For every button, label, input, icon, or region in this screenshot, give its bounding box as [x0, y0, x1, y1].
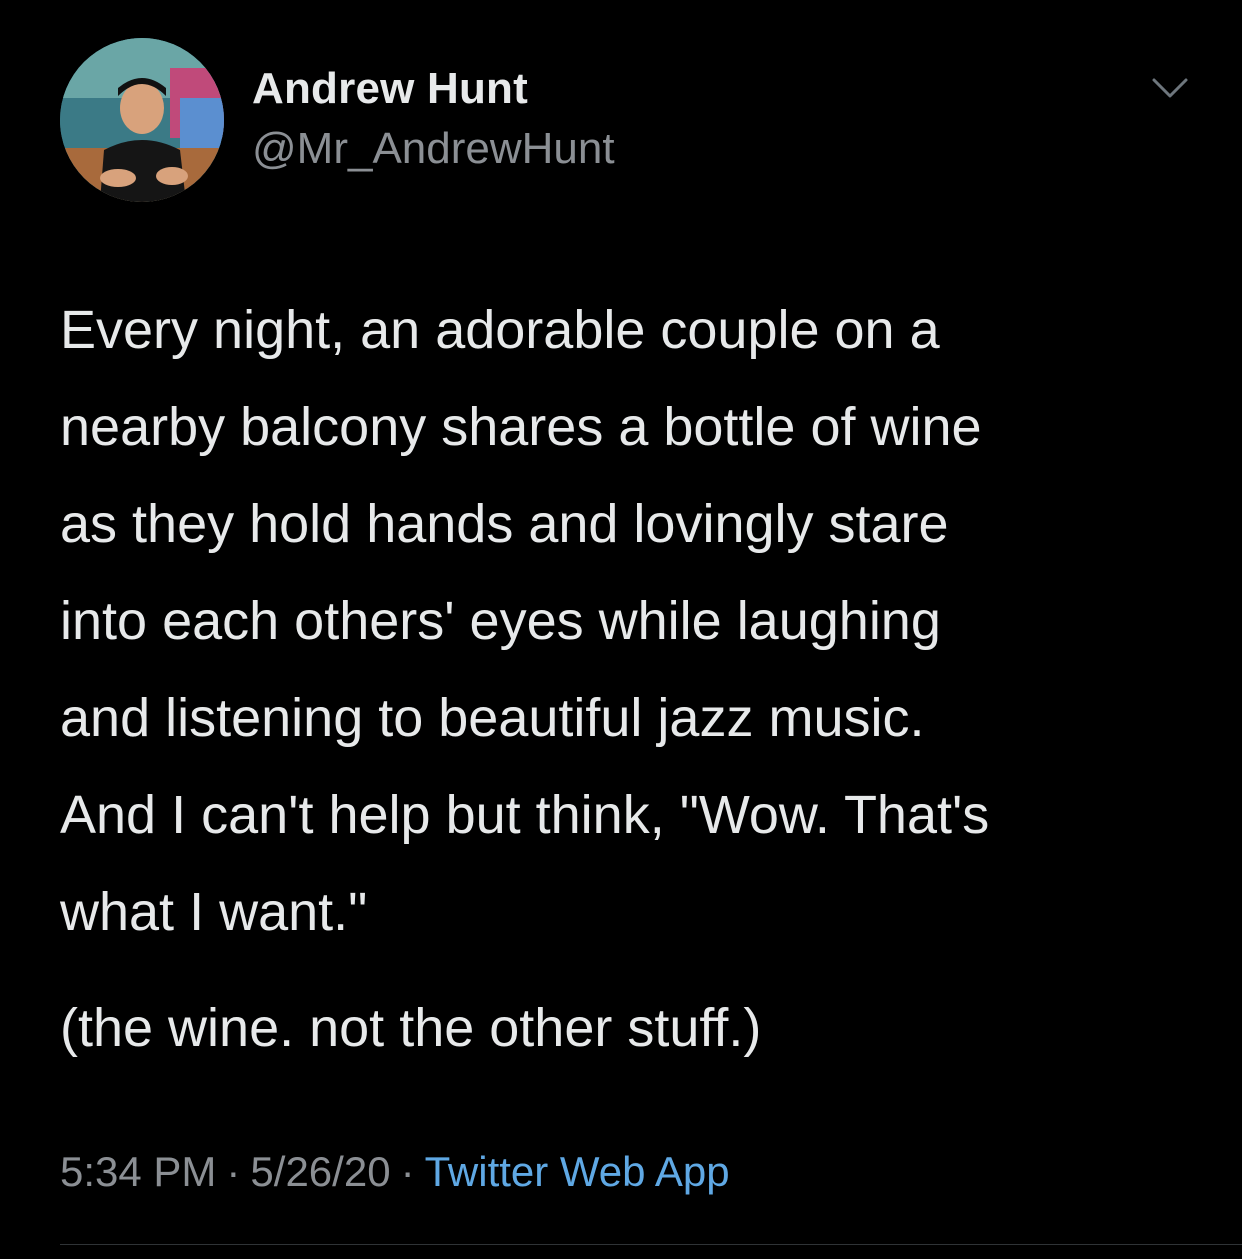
tweet-text-line: And I can't help but think, "Wow. That's	[60, 785, 990, 845]
tweet-source-link[interactable]: Twitter Web App	[425, 1148, 730, 1195]
tweet-text-line: as they hold hands and lovingly stare	[60, 494, 949, 554]
tweet-text-paragraph: (the wine. not the other stuff.)	[60, 998, 762, 1058]
avatar-photo-icon	[60, 38, 224, 202]
tweet-time[interactable]: 5:34 PM	[60, 1148, 216, 1195]
tweet-text-line: nearby balcony shares a bottle of wine	[60, 397, 982, 457]
tweet-text-line: into each others' eyes while laughing	[60, 591, 941, 651]
tweet-text-line: Every night, an adorable couple on a	[60, 300, 940, 360]
user-handle[interactable]: @Mr_AndrewHunt	[252, 124, 615, 174]
meta-separator: ·	[400, 1148, 415, 1195]
divider	[60, 1244, 1242, 1245]
meta-separator: ·	[226, 1148, 241, 1195]
tweet-text: Every night, an adorable couple on a nea…	[60, 282, 1210, 961]
tweet-card: Andrew Hunt @Mr_AndrewHunt Every night, …	[0, 0, 1242, 1259]
tweet-text-line: and listening to beautiful jazz music.	[60, 688, 925, 748]
tweet-text-line: what I want."	[60, 882, 368, 942]
chevron-down-icon[interactable]	[1150, 76, 1190, 102]
tweet-date[interactable]: 5/26/20	[250, 1148, 390, 1195]
display-name[interactable]: Andrew Hunt	[252, 64, 528, 114]
tweet-meta: 5:34 PM · 5/26/20 · Twitter Web App	[60, 1148, 730, 1196]
avatar[interactable]	[60, 38, 224, 202]
